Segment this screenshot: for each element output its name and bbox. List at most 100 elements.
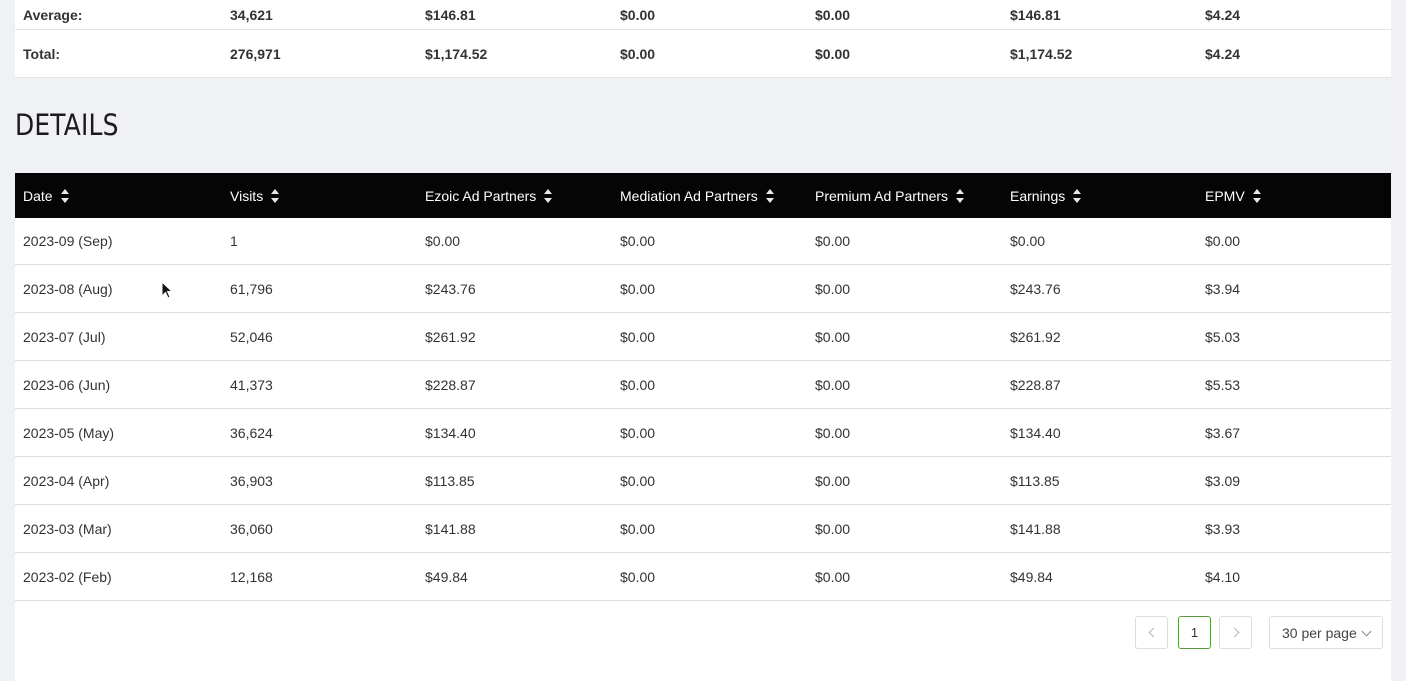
cell-ezoic: $261.92 [425, 328, 476, 345]
details-heading: DETAILS [15, 108, 119, 142]
cell-epmv: $3.94 [1205, 280, 1241, 297]
average-ezoic: $146.81 [425, 7, 476, 23]
next-page-button[interactable] [1219, 616, 1252, 649]
sort-icon [60, 188, 69, 204]
cell-premium: $0.00 [815, 472, 851, 489]
table-row: 2023-06 (Jun) 41,373 $228.87 $0.00 $0.00… [15, 361, 1391, 409]
column-label: Date [23, 187, 53, 204]
column-label: EPMV [1205, 187, 1245, 204]
cell-date: 2023-05 (May) [23, 424, 115, 441]
cell-visits: 36,060 [230, 520, 273, 537]
total-label: Total: [23, 46, 61, 62]
average-earnings: $146.81 [1010, 7, 1061, 23]
table-row: 2023-04 (Apr) 36,903 $113.85 $0.00 $0.00… [15, 457, 1391, 505]
sort-icon [1073, 188, 1082, 204]
cell-mediation: $0.00 [620, 376, 656, 393]
total-earnings: $1,174.52 [1010, 46, 1073, 62]
table-row: 2023-07 (Jul) 52,046 $261.92 $0.00 $0.00… [15, 313, 1391, 361]
cell-mediation: $0.00 [620, 568, 656, 585]
sort-icon [765, 188, 774, 204]
table-row: 2023-03 (Mar) 36,060 $141.88 $0.00 $0.00… [15, 505, 1391, 553]
chevron-left-icon [1148, 627, 1158, 638]
mouse-cursor-icon [161, 281, 174, 299]
total-visits: 276,971 [230, 46, 281, 62]
cell-earnings: $228.87 [1010, 376, 1061, 393]
cell-mediation: $0.00 [620, 280, 656, 297]
page-number-button[interactable]: 1 [1178, 616, 1211, 649]
average-row: Average: 34,621 $146.81 $0.00 $0.00 $146… [15, 0, 1391, 30]
cell-epmv: $5.03 [1205, 328, 1241, 345]
cell-date: 2023-09 (Sep) [23, 233, 113, 249]
cell-date: 2023-06 (Jun) [23, 376, 111, 393]
cell-premium: $0.00 [815, 328, 851, 345]
table-row: 2023-05 (May) 36,624 $134.40 $0.00 $0.00… [15, 409, 1391, 457]
cell-date: 2023-04 (Apr) [23, 472, 110, 489]
previous-page-button[interactable] [1135, 616, 1168, 649]
chevron-down-icon [1361, 626, 1372, 637]
sort-icon [1252, 188, 1261, 204]
column-label: Visits [230, 187, 264, 204]
cell-earnings: $243.76 [1010, 280, 1061, 297]
cell-ezoic: $113.85 [425, 472, 475, 489]
total-ezoic: $1,174.52 [425, 46, 488, 62]
column-label: Ezoic Ad Partners [425, 187, 537, 204]
cell-visits: 12,168 [230, 568, 273, 585]
cell-earnings: $141.88 [1010, 520, 1061, 537]
cell-epmv: $5.53 [1205, 376, 1241, 393]
cell-visits: 36,903 [230, 472, 273, 489]
sort-icon [956, 188, 965, 204]
cell-date: 2023-03 (Mar) [23, 520, 112, 537]
cell-date: 2023-02 (Feb) [23, 568, 112, 585]
cell-mediation: $0.00 [620, 424, 656, 441]
average-epmv: $4.24 [1205, 7, 1241, 23]
cell-ezoic: $134.40 [425, 424, 476, 441]
column-header-visits[interactable]: Visits [230, 173, 280, 218]
cell-mediation: $0.00 [620, 472, 656, 489]
column-header-ezoic[interactable]: Ezoic Ad Partners [425, 173, 553, 218]
total-premium: $0.00 [815, 46, 851, 62]
per-page-value: 30 per page [1282, 624, 1357, 641]
column-label: Premium Ad Partners [815, 187, 949, 204]
chevron-right-icon [1229, 627, 1239, 638]
column-header-premium[interactable]: Premium Ad Partners [815, 173, 965, 218]
cell-visits: 52,046 [230, 328, 273, 345]
cell-premium: $0.00 [815, 233, 851, 249]
cell-mediation: $0.00 [620, 328, 656, 345]
pagination: 1 30 per page [15, 616, 1391, 650]
average-mediation: $0.00 [620, 7, 656, 23]
column-label: Earnings [1010, 187, 1066, 204]
table-row: 2023-08 (Aug) 61,796 $243.76 $0.00 $0.00… [15, 265, 1391, 313]
cell-epmv: $3.09 [1205, 472, 1241, 489]
column-header-earnings[interactable]: Earnings [1010, 173, 1082, 218]
cell-ezoic: $243.76 [425, 280, 476, 297]
cell-epmv: $4.10 [1205, 568, 1241, 585]
cell-premium: $0.00 [815, 280, 851, 297]
cell-visits: 1 [230, 233, 238, 249]
total-mediation: $0.00 [620, 46, 656, 62]
cell-earnings: $113.85 [1010, 472, 1060, 489]
average-label: Average: [23, 7, 83, 23]
column-header-date[interactable]: Date [23, 173, 69, 218]
cell-premium: $0.00 [815, 568, 851, 585]
sort-icon [544, 188, 553, 204]
cell-premium: $0.00 [815, 376, 851, 393]
per-page-select[interactable]: 30 per page [1269, 616, 1383, 649]
cell-earnings: $134.40 [1010, 424, 1061, 441]
details-table: Date Visits Ezoic Ad Partners Mediation … [15, 173, 1391, 681]
cell-epmv: $3.93 [1205, 520, 1241, 537]
table-row: 2023-02 (Feb) 12,168 $49.84 $0.00 $0.00 … [15, 553, 1391, 601]
cell-earnings: $49.84 [1010, 568, 1053, 585]
cell-ezoic: $141.88 [425, 520, 476, 537]
cell-visits: 41,373 [230, 376, 273, 393]
cell-earnings: $0.00 [1010, 233, 1046, 249]
column-header-epmv[interactable]: EPMV [1205, 173, 1261, 218]
cell-ezoic: $0.00 [425, 233, 461, 249]
total-row: Total: 276,971 $1,174.52 $0.00 $0.00 $1,… [15, 31, 1391, 77]
cell-date: 2023-07 (Jul) [23, 328, 106, 345]
cell-epmv: $0.00 [1205, 233, 1241, 249]
column-label: Mediation Ad Partners [620, 187, 758, 204]
column-header-mediation[interactable]: Mediation Ad Partners [620, 173, 774, 218]
cell-premium: $0.00 [815, 520, 851, 537]
cell-epmv: $3.67 [1205, 424, 1241, 441]
average-visits: 34,621 [230, 7, 273, 23]
